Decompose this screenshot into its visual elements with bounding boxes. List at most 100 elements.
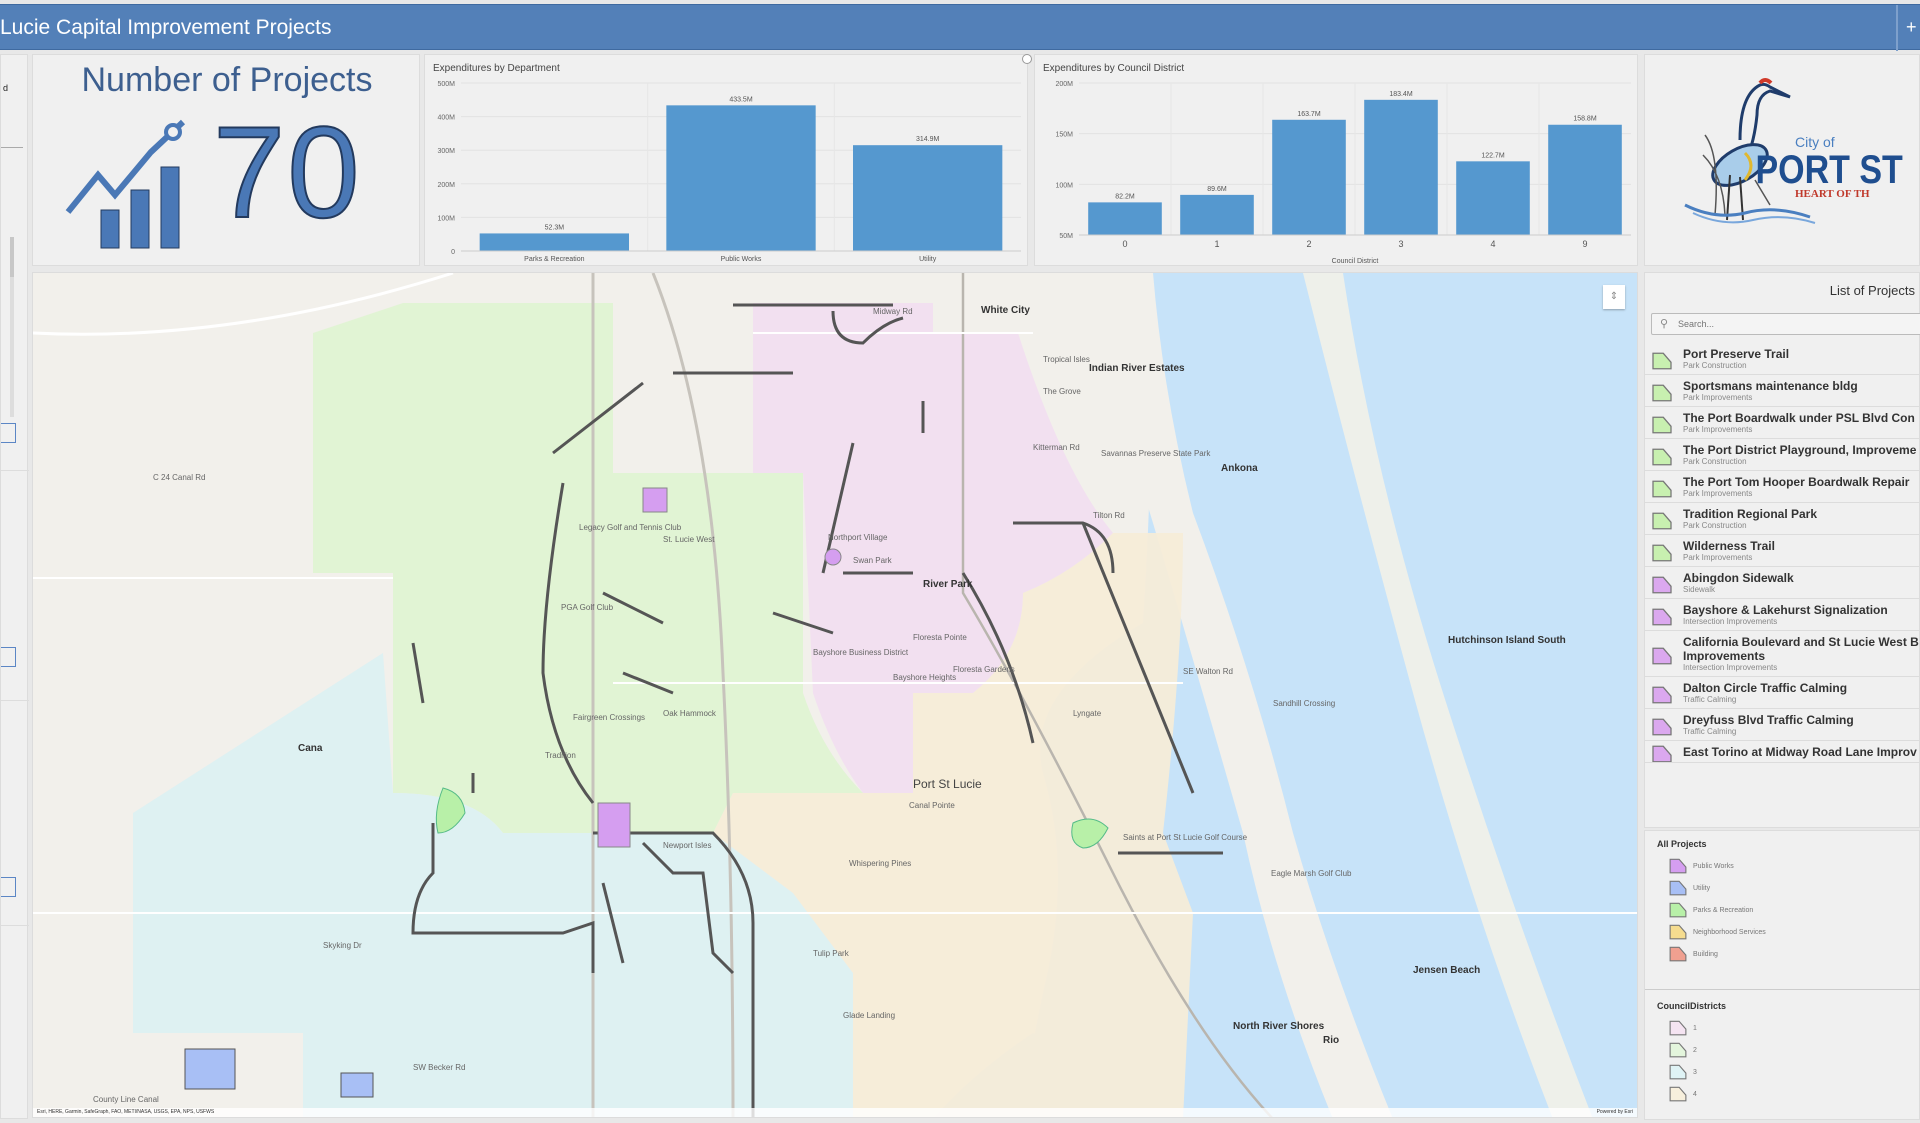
map-label: Legacy Golf and Tennis Club: [579, 523, 682, 532]
legend-label: 4: [1693, 1090, 1697, 1098]
map-label: Saints at Port St Lucie Golf Course: [1123, 833, 1248, 842]
project-name: Wilderness Trail: [1683, 539, 1775, 553]
left-panel-rule: [1, 147, 23, 148]
bar-value-label: 158.8M: [1573, 116, 1597, 123]
project-type: Park Improvements: [1683, 489, 1753, 498]
bar[interactable]: [666, 105, 816, 252]
legend-divider: [1645, 989, 1920, 990]
project-list-item[interactable]: Tradition Regional Park Park Constructio…: [1645, 503, 1920, 535]
project-list-panel: List of Projects ⚲ Port Preserve Trail P…: [1644, 272, 1920, 828]
x-tick-label: 1: [1214, 239, 1219, 249]
project-map[interactable]: White City Indian River Estates Ankona R…: [32, 272, 1638, 1118]
project-list-item[interactable]: Wilderness Trail Park Improvements: [1645, 535, 1920, 567]
project-list-item[interactable]: Port Preserve Trail Park Construction: [1645, 343, 1920, 375]
left-panel-divider: [1, 925, 29, 926]
expand-icon[interactable]: ⇕: [1603, 285, 1625, 309]
polygon-swatch-icon: [1652, 512, 1672, 529]
map-canvas[interactable]: [33, 273, 1638, 1118]
polygon-swatch-icon: [1669, 902, 1687, 918]
bar[interactable]: [1272, 119, 1346, 235]
map-label: SE Walton Rd: [1183, 667, 1233, 676]
project-list-item[interactable]: The Port Boardwalk under PSL Blvd Con Pa…: [1645, 407, 1920, 439]
bar[interactable]: [1364, 99, 1438, 235]
x-tick-label: Parks & Recreation: [524, 256, 584, 263]
app-header: Lucie Capital Improvement Projects +: [0, 4, 1920, 51]
map-label: Jensen Beach: [1413, 965, 1481, 976]
logo-tagline: HEART OF TH: [1795, 188, 1870, 200]
project-count-indicator: Number of Projects 70: [32, 54, 420, 266]
bar[interactable]: [479, 233, 629, 251]
map-label: St. Lucie West: [663, 535, 715, 544]
bar[interactable]: [853, 145, 1003, 251]
project-name: Bayshore & Lakehurst Signalization: [1683, 603, 1888, 617]
project-type: Traffic Calming: [1683, 695, 1737, 704]
list-title: List of Projects: [1829, 283, 1915, 298]
x-tick-label: 9: [1582, 239, 1587, 249]
filter-input-3[interactable]: [1, 877, 16, 897]
app-title: Lucie Capital Improvement Projects: [0, 16, 332, 39]
bar[interactable]: [1548, 124, 1622, 235]
legend-panel: All Projects Public Works Utility Parks & …: [1644, 830, 1920, 1120]
map-label: Kitterman Rd: [1033, 443, 1080, 452]
map-label: Eagle Marsh Golf Club: [1271, 869, 1352, 878]
project-name: Dalton Circle Traffic Calming: [1683, 681, 1848, 695]
project-list-item[interactable]: The Port Tom Hooper Boardwalk Repair Par…: [1645, 471, 1920, 503]
bar-value-label: 433.5M: [729, 96, 753, 103]
project-type: Intersection Improvements: [1683, 663, 1778, 672]
legend-label: Building: [1693, 950, 1718, 958]
map-label: Tropical Isles: [1043, 355, 1090, 364]
project-list-item[interactable]: Dreyfuss Blvd Traffic Calming Traffic Ca…: [1645, 709, 1920, 741]
project-list-item[interactable]: East Torino at Midway Road Lane Improv: [1645, 741, 1920, 763]
filter-input-2[interactable]: [1, 647, 16, 667]
map-label: Ankona: [1221, 463, 1258, 474]
legend-label: 1: [1693, 1024, 1697, 1032]
legend-item: 2: [1669, 1039, 1920, 1061]
bar-value-label: 163.7M: [1297, 111, 1321, 118]
project-list-item[interactable]: Abingdon Sidewalk Sidewalk: [1645, 567, 1920, 599]
city-logo-panel: City of PORT ST HEART OF TH: [1644, 54, 1920, 266]
x-tick-label: 0: [1122, 239, 1127, 249]
map-attribution: Esri, HERE, Garmin, SafeGraph, FAO, METI…: [33, 1108, 1637, 1117]
project-type: Park Construction: [1683, 361, 1747, 370]
left-panel-divider: [1, 700, 29, 701]
project-name: The Port Boardwalk under PSL Blvd Con: [1683, 411, 1915, 425]
map-label: C 24 Canal Rd: [153, 473, 206, 482]
map-label: Bayshore Business District: [813, 648, 909, 657]
filter-input-1[interactable]: [1, 423, 16, 443]
map-label: Whispering Pines: [849, 859, 912, 868]
project-list-item[interactable]: The Port District Playground, Improveme …: [1645, 439, 1920, 471]
bar[interactable]: [1088, 202, 1162, 235]
project-type: Park Improvements: [1683, 425, 1753, 434]
polygon-swatch-icon: [1669, 924, 1687, 940]
legend-label: 3: [1693, 1068, 1697, 1076]
map-label: Glade Landing: [843, 1011, 896, 1020]
bar[interactable]: [1180, 194, 1254, 235]
y-tick-label: 100M: [1055, 182, 1073, 189]
bar[interactable]: [1456, 161, 1530, 235]
project-list: Port Preserve Trail Park Construction Sp…: [1645, 343, 1920, 763]
project-name: Tradition Regional Park: [1683, 507, 1818, 521]
project-name: Sportsmans maintenance bldg: [1683, 379, 1858, 393]
project-list-item[interactable]: Dalton Circle Traffic Calming Traffic Ca…: [1645, 677, 1920, 709]
polygon-swatch-icon: [1652, 647, 1672, 664]
project-type: Park Construction: [1683, 521, 1747, 530]
x-tick-label: Utility: [919, 256, 937, 263]
project-list-item[interactable]: Bayshore & Lakehurst Signalization Inter…: [1645, 599, 1920, 631]
legend-item: 3: [1669, 1061, 1920, 1083]
legend-label: Public Works: [1693, 862, 1734, 870]
legend-label: Neighborhood Services: [1693, 928, 1766, 936]
left-panel-scrollbar[interactable]: [10, 237, 14, 417]
project-type: Traffic Calming: [1683, 727, 1737, 736]
project-name: East Torino at Midway Road Lane Improv: [1683, 745, 1917, 759]
attribution-text: Esri, HERE, Garmin, SafeGraph, FAO, METI…: [37, 1109, 215, 1115]
bar-value-label: 52.3M: [545, 224, 565, 231]
project-list-item[interactable]: California Boulevard and St Lucie West B…: [1645, 631, 1920, 677]
resize-handle[interactable]: [1022, 54, 1032, 64]
map-label: Tilton Rd: [1093, 511, 1125, 520]
plus-icon[interactable]: +: [1906, 17, 1917, 38]
project-list-item[interactable]: Sportsmans maintenance bldg Park Improve…: [1645, 375, 1920, 407]
legend-item: Utility: [1669, 877, 1920, 899]
search-input[interactable]: [1678, 317, 1918, 331]
search-box[interactable]: ⚲: [1651, 313, 1920, 335]
map-label: Lyngate: [1073, 709, 1102, 718]
